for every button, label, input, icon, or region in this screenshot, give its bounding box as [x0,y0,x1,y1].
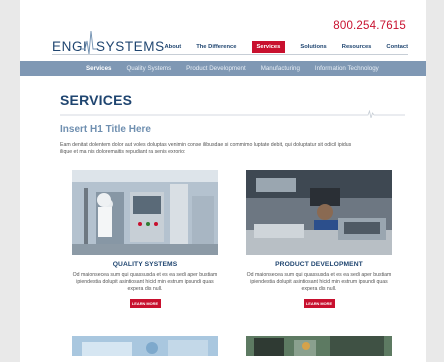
learn-more-button[interactable]: LEARN MORE [303,299,335,308]
engineer-photo [246,170,392,255]
intro-paragraph: Eam denitat dolentem dolor aut voles dol… [60,142,352,155]
main-nav: About The Difference Services Solutions … [149,41,408,53]
nav-resources[interactable]: Resources [342,44,372,50]
manufacturing-photo [246,336,392,356]
nav-services[interactable]: Services [251,41,286,53]
cleanroom-photo [72,336,218,356]
nav-the-difference[interactable]: The Difference [196,44,236,50]
subnav-information-technology[interactable]: Information Technology [315,65,379,72]
subnav-services[interactable]: Services [86,65,111,72]
title-divider [60,110,405,118]
h1-title: Insert H1 Title Here [60,124,151,135]
subnav-product-development[interactable]: Product Development [186,65,246,72]
subnav-quality-systems[interactable]: Quality Systems [126,65,171,72]
page-title: SERVICES [60,92,133,108]
heartbeat-icon [81,30,97,55]
phone-number[interactable]: 800.254.7615 [333,20,406,32]
card-product-development: PRODUCT DEVELOPMENT Od maionsecea sum qu… [246,170,392,308]
card-quality-systems: QUALITY SYSTEMS Od maionsecea sum qui qu… [72,170,218,308]
card-description: Od maionsecea sum qui quassusda et es ea… [246,272,392,292]
nav-contact[interactable]: Contact [386,44,408,50]
lab-photo [72,170,218,255]
nav-solutions[interactable]: Solutions [300,44,326,50]
sub-nav: Services Quality Systems Product Develop… [20,61,426,76]
nav-about[interactable]: About [164,44,181,50]
page: 800.254.7615 ENGI SYSTEMS About The Diff… [20,0,426,362]
card-description: Od maionsecea sum qui quassusda et es ea… [72,272,218,292]
subnav-manufacturing[interactable]: Manufacturing [261,65,300,72]
learn-more-button[interactable]: LEARN MORE [129,299,161,308]
header-divider [52,54,408,55]
card-title: QUALITY SYSTEMS [112,261,178,268]
card-title: PRODUCT DEVELOPMENT [275,261,363,268]
